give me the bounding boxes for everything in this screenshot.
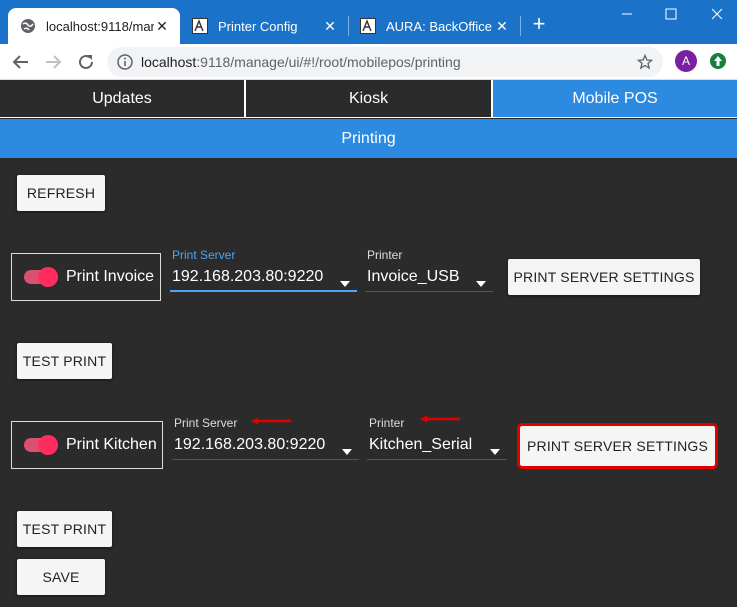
globe-icon [20,18,36,34]
browser-toolbar: localhost:9118/manage/ui/#!/root/mobilep… [0,44,737,80]
print-kitchen-toggle[interactable]: Print Kitchen [11,421,163,469]
field-underline [365,291,493,292]
printer-select[interactable]: Printer Invoice_USB [365,248,493,292]
annotation-arrow-icon [251,417,291,425]
tab-separator [520,16,521,36]
tab-strip: localhost:9118/mana ✕ Printer Config ✕ A… [0,0,737,44]
info-icon[interactable] [117,54,133,70]
field-underline [172,459,359,460]
aura-logo-icon [360,18,376,34]
forward-arrow-icon[interactable] [41,50,65,74]
field-label: Printer [369,416,405,430]
page-title: Printing [0,119,737,158]
toggle-switch[interactable] [22,265,58,289]
close-icon[interactable]: ✕ [154,18,170,34]
app-nav: Updates Kiosk Mobile POS [0,80,737,118]
close-icon[interactable]: ✕ [322,18,338,34]
chevron-down-icon [342,442,352,455]
aura-logo-icon [192,18,208,34]
toggle-label: Print Kitchen [66,436,157,453]
print-server-settings-button[interactable]: PRINT SERVER SETTINGS [517,423,718,469]
tab-title: Printer Config [218,18,298,34]
chevron-down-icon [490,442,500,455]
field-label: Print Server [174,416,238,430]
browser-window: localhost:9118/mana ✕ Printer Config ✕ A… [0,0,737,607]
chevron-down-icon [340,274,350,287]
update-extension-icon[interactable] [708,51,728,71]
profile-avatar[interactable]: A [675,50,697,72]
address-bar[interactable]: localhost:9118/manage/ui/#!/root/mobilep… [107,47,663,77]
reload-icon[interactable] [74,50,98,74]
field-label: Print Server [172,248,236,262]
nav-tab-updates[interactable]: Updates [0,80,246,118]
print-server-settings-button[interactable]: PRINT SERVER SETTINGS [508,259,700,295]
field-underline [170,290,357,292]
print-invoice-toggle[interactable]: Print Invoice [11,253,161,301]
url-text: localhost:9118/manage/ui/#!/root/mobilep… [141,54,461,70]
new-tab-icon[interactable]: + [528,13,550,36]
maximize-icon[interactable] [656,4,686,24]
chevron-down-icon [476,274,486,287]
tab-printer-config[interactable]: Printer Config ✕ [180,8,348,44]
test-print-button[interactable]: TEST PRINT [17,511,112,547]
annotation-arrow-icon [420,415,460,423]
print-server-select[interactable]: Print Server 192.168.203.80:9220 [170,248,357,292]
field-value: Invoice_USB [367,268,460,285]
url-host: localhost [141,54,197,70]
toggle-switch[interactable] [22,433,58,457]
close-icon[interactable]: ✕ [494,18,510,34]
tab-localhost[interactable]: localhost:9118/mana ✕ [8,8,180,44]
save-button[interactable]: SAVE [17,559,105,595]
minimize-icon[interactable] [612,4,642,24]
toggle-label: Print Invoice [66,268,155,285]
tab-title: AURA: BackOffice [386,18,492,34]
nav-tab-mobile-pos[interactable]: Mobile POS [493,80,737,118]
field-value: 192.168.203.80:9220 [172,268,324,285]
field-value: Kitchen_Serial [369,436,473,453]
tab-aura-backoffice[interactable]: AURA: BackOffice ✕ [348,8,520,44]
refresh-button[interactable]: REFRESH [17,175,105,211]
url-path: :9118/manage/ui/#!/root/mobilepos/printi… [196,54,461,70]
field-underline [367,459,507,460]
field-label: Printer [367,248,403,262]
nav-tab-kiosk[interactable]: Kiosk [246,80,493,118]
window-close-icon[interactable] [702,4,732,24]
test-print-button[interactable]: TEST PRINT [17,343,112,379]
tab-title: localhost:9118/mana [46,18,154,34]
field-value: 192.168.203.80:9220 [174,436,326,453]
star-icon[interactable] [636,53,654,70]
back-arrow-icon[interactable] [9,50,33,74]
